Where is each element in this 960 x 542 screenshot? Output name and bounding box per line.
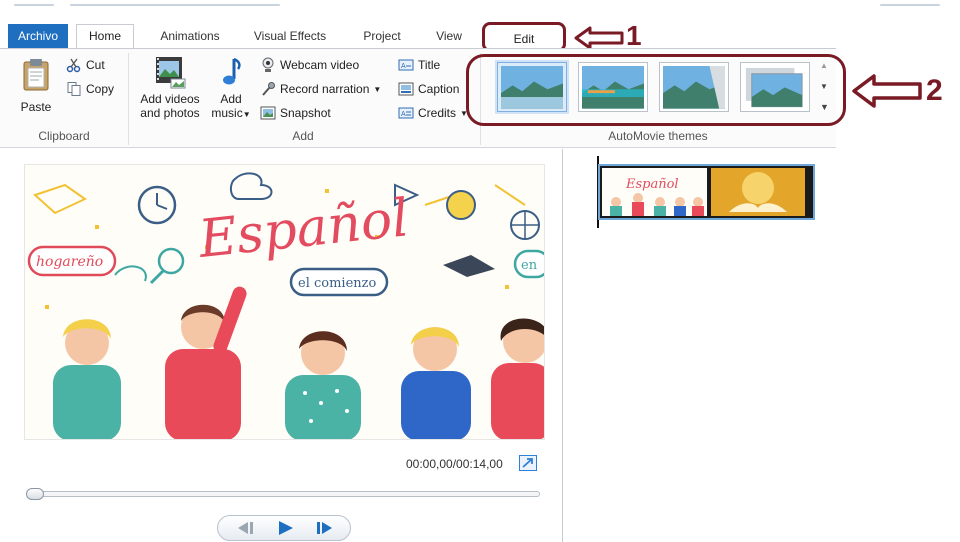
timecode-display: 00:00,00/00:14,00 [406, 457, 503, 471]
clipboard-group-label: Clipboard [38, 129, 90, 143]
title-label: Title [418, 58, 441, 72]
copy-label: Copy [86, 82, 115, 96]
comienzo-badge-text: el comienzo [298, 276, 376, 291]
expand-arrow-icon [522, 458, 533, 468]
record-narration-label: Record narration [280, 82, 370, 96]
next-frame-button[interactable] [306, 517, 346, 539]
title-bar-ghost [70, 4, 280, 6]
title-bar-strip [0, 0, 960, 22]
ribbon-tabs: Archivo Home Animations Visual Effects P… [0, 22, 840, 52]
seek-slider-track[interactable] [26, 491, 540, 497]
add-music-label-line2: music▼ [208, 106, 254, 122]
clip-thumbnail-1[interactable]: Español [602, 168, 707, 216]
add-videos-label-line1: Add videos [140, 92, 200, 106]
copy-icon [67, 82, 81, 96]
tab-animations[interactable]: Animations [150, 25, 230, 48]
tab-archivo[interactable]: Archivo [8, 24, 68, 48]
paste-icon [23, 59, 49, 91]
tab-project[interactable]: Project [356, 25, 408, 48]
chevron-down-icon: ▼ [242, 110, 251, 119]
previous-frame-icon [238, 522, 253, 534]
play-icon [279, 521, 293, 535]
clip-thumbnail-illustration [711, 168, 805, 216]
scissors-icon [66, 58, 81, 73]
svg-text:A: A [401, 63, 406, 70]
credits-button[interactable]: A Credits ▼ [398, 105, 468, 121]
snapshot-label: Snapshot [280, 106, 331, 120]
storyboard-clip-strip[interactable]: Español [598, 164, 815, 220]
tab-home[interactable]: Home [76, 24, 134, 48]
webcam-video-button[interactable]: Webcam video [260, 57, 359, 73]
fullscreen-button[interactable] [519, 455, 537, 471]
tab-visual-effects[interactable]: Visual Effects [246, 25, 334, 48]
callout-arrow-2-icon [852, 74, 922, 108]
snapshot-button[interactable]: Snapshot [260, 105, 331, 121]
add-videos-photos-button[interactable]: Add videos and photos [134, 55, 206, 120]
snapshot-icon [260, 106, 276, 120]
clip1-title-text: Español [625, 177, 679, 192]
automovie-themes-group-label: AutoMovie themes [608, 129, 708, 143]
webcam-video-label: Webcam video [280, 58, 360, 72]
title-button[interactable]: A Title [398, 57, 440, 73]
add-music-label-line1: Add [220, 92, 242, 106]
add-music-label-text: music [211, 106, 243, 120]
film-photo-icon [156, 57, 186, 89]
caption-icon [398, 82, 414, 96]
callout-number-2: 2 [926, 74, 943, 107]
music-note-icon [223, 57, 241, 85]
paste-button[interactable]: Paste [14, 57, 58, 114]
clip-thumbnail-illustration: Español [610, 177, 704, 216]
cut-button[interactable]: Cut [66, 57, 105, 73]
seek-slider-thumb[interactable] [26, 488, 44, 500]
title-bar-ghost [880, 4, 940, 6]
cut-label: Cut [86, 58, 105, 72]
en-badge-text: en [521, 258, 538, 273]
people-illustration [53, 286, 544, 439]
play-button[interactable] [265, 517, 305, 539]
playback-controls [217, 515, 351, 541]
video-preview[interactable]: hogareño el comienzo en Español [24, 164, 545, 440]
svg-text:A: A [401, 111, 406, 118]
add-videos-label-line2: and photos [140, 106, 200, 120]
paste-label: Paste [20, 100, 52, 114]
copy-button[interactable]: Copy [66, 81, 114, 97]
clip-thumbnail-2[interactable] [711, 168, 805, 216]
video-frame-illustration: hogareño el comienzo en Español [27, 172, 544, 439]
next-frame-icon [317, 522, 332, 534]
webcam-icon [262, 57, 274, 72]
previous-frame-button[interactable] [224, 517, 264, 539]
credits-icon: A [398, 107, 414, 119]
tab-view[interactable]: View [430, 25, 468, 48]
title-icon: A [398, 59, 414, 71]
callout-box-2 [466, 54, 846, 126]
record-narration-button[interactable]: Record narration ▼ [260, 81, 381, 97]
caption-label: Caption [418, 82, 460, 96]
add-group-label: Add [292, 129, 314, 143]
credits-label: Credits [418, 106, 457, 120]
title-bar-ghost [14, 4, 54, 6]
microphone-icon [262, 82, 275, 96]
add-music-button[interactable]: Add music▼ [208, 55, 254, 122]
video-title-text: Español [195, 188, 411, 270]
chevron-down-icon: ▼ [373, 84, 382, 94]
caption-button[interactable]: Caption [398, 81, 459, 97]
hogareno-badge-text: hogareño [36, 254, 103, 270]
